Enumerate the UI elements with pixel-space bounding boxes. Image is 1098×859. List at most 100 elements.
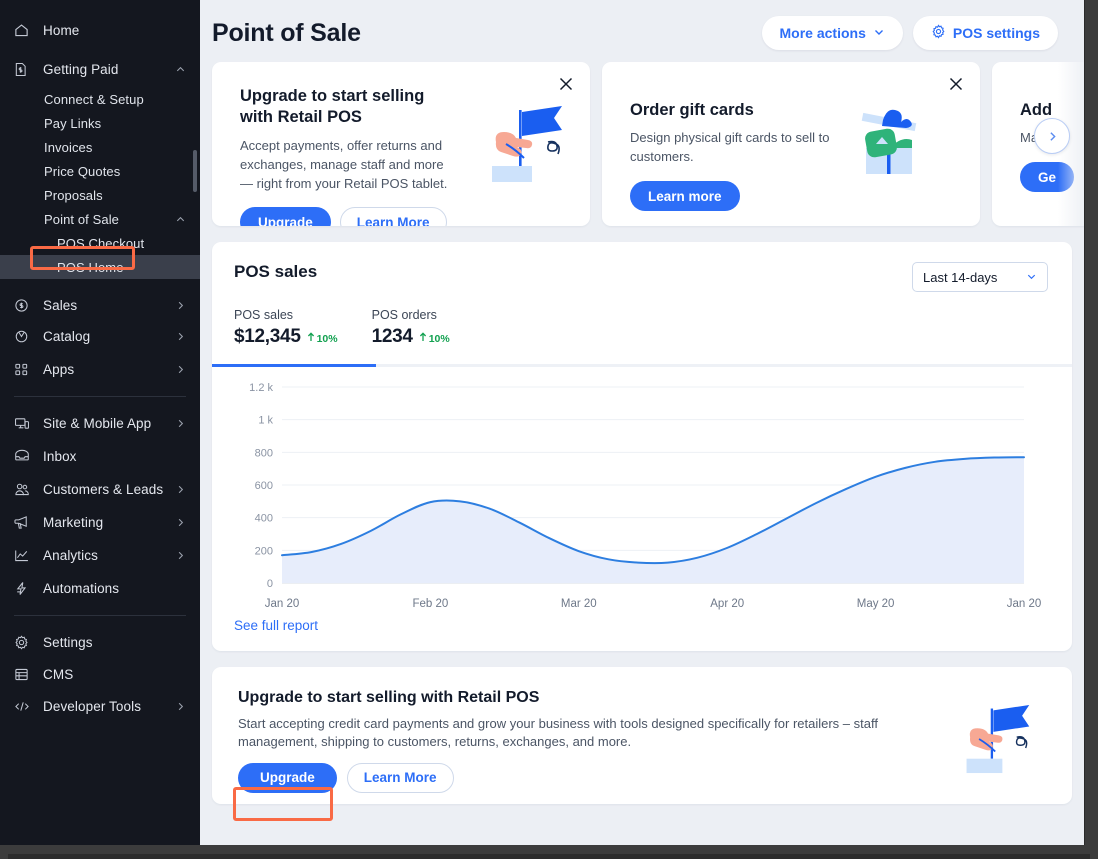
upgrade-button[interactable]: Upgrade [240,207,331,226]
people-icon [14,482,34,498]
svg-text:200: 200 [255,545,273,557]
sidebar-item-label: Inbox [43,449,77,464]
sidebar-item-inbox[interactable]: Inbox [0,440,200,473]
sidebar-item-site-mobile-app[interactable]: Site & Mobile App [0,407,200,440]
sidebar-item-getting-paid[interactable]: Getting Paid [0,56,200,82]
page-header: Point of Sale More actions POS settings [200,0,1084,62]
chevron-down-icon [1026,270,1037,285]
sidebar-item-proposals[interactable]: Proposals [0,183,200,207]
see-full-report-link[interactable]: See full report [212,618,318,651]
carousel-next-button[interactable] [1034,118,1070,154]
chevron-down-icon [873,25,885,41]
sidebar-item-pay-links[interactable]: Pay Links [0,111,200,135]
chevron-right-icon [175,517,186,528]
promo-card-body: Order gift cards Design physical gift ca… [602,62,874,212]
sidebar-item-apps[interactable]: Apps [0,353,200,386]
svg-text:Feb 20: Feb 20 [412,598,448,610]
sidebar-item-automations[interactable]: Automations [0,572,200,605]
sidebar-item-label: Analytics [43,548,98,563]
sidebar-item-cms[interactable]: CMS [0,658,200,690]
more-actions-button[interactable]: More actions [761,16,903,50]
page-title: Point of Sale [212,18,361,47]
sidebar-item-point-of-sale[interactable]: Point of Sale [0,207,200,231]
sidebar-item-label: Proposals [44,187,103,203]
arrow-up-icon [307,332,315,345]
svg-text:Apr 20: Apr 20 [710,598,744,610]
sidebar-item-home[interactable]: Home [0,16,200,44]
window-frame-shadow [8,854,1090,859]
stat-delta-value: 10% [428,332,450,345]
stat-row: $12,345 10% [234,326,338,348]
sidebar-item-marketing[interactable]: Marketing [0,506,200,539]
window-scrollbar-right[interactable] [1084,0,1098,859]
stat-delta: 10% [419,332,450,345]
sidebar-item-connect-setup[interactable]: Connect & Setup [0,87,200,111]
banner-buttons: Upgrade Learn More [212,751,1072,793]
promo-card-text: Accept payments, offer returns and excha… [240,137,448,191]
tab-pos-sales[interactable]: POS sales $12,345 10% [234,308,338,348]
chart-line-icon [14,548,34,564]
svg-text:Jan 20: Jan 20 [1007,598,1042,610]
gear-icon [14,634,34,650]
home-icon [14,22,34,38]
tab-pos-orders[interactable]: POS orders 1234 10% [372,308,450,348]
receipt-dollar-icon [14,61,34,77]
promo-card-order-gift-cards: Order gift cards Design physical gift ca… [602,62,980,226]
chevron-up-icon [175,64,186,75]
sidebar-item-label: Customers & Leads [43,482,164,497]
sidebar-item-customers-leads[interactable]: Customers & Leads [0,473,200,506]
learn-more-button[interactable]: Learn more [630,181,740,212]
sidebar-item-label: Point of Sale [44,211,120,227]
sidebar-item-label: Invoices [44,139,93,155]
date-range-select[interactable]: Last 14-days [912,262,1048,292]
app-window: Home Getting Paid Connect & Setup Pay Li… [0,0,1098,859]
pos-sales-header: POS sales Last 14-days [212,242,1072,292]
monitor-mobile-icon [14,416,34,432]
svg-text:400: 400 [255,513,273,525]
pos-sales-title: POS sales [234,262,318,281]
sidebar-item-label: Developer Tools [43,698,142,714]
get-started-button[interactable]: Ge [1020,162,1075,193]
sidebar-item-sales[interactable]: Sales [0,291,200,320]
pos-settings-button[interactable]: POS settings [912,16,1058,50]
sidebar-item-label: Getting Paid [43,61,119,77]
promo-card-title: Upgrade to start selling with Retail POS [240,87,425,127]
sidebar-item-pos-checkout[interactable]: POS Checkout [0,231,200,255]
main-content: Point of Sale More actions POS settings … [200,0,1084,845]
sidebar-item-pos-home[interactable]: POS Home [0,255,200,279]
promo-cards-row: Upgrade to start selling with Retail POS… [212,62,1084,226]
sidebar-item-analytics[interactable]: Analytics [0,539,200,572]
hand-flag-illustration [478,94,574,199]
sidebar-item-price-quotes[interactable]: Price Quotes [0,159,200,183]
close-icon[interactable] [947,75,965,93]
area-chart: 0 200 400 600 800 1 k 1.2 k Jan 20 Feb 20 Mar 20 A… [249,382,1042,610]
svg-text:1 k: 1 k [258,415,273,427]
sidebar-item-label: Connect & Setup [44,91,144,107]
database-icon [14,666,34,682]
chevron-right-icon [175,701,186,712]
sidebar-item-label: Settings [43,634,93,650]
megaphone-icon [14,515,34,531]
sidebar-item-invoices[interactable]: Invoices [0,135,200,159]
more-actions-label: More actions [779,25,866,41]
promo-card-body: Upgrade to start selling with Retail POS… [212,62,484,226]
svg-text:0: 0 [267,578,273,590]
pos-stats-tabs: POS sales $12,345 10% POS orders 1234 10… [212,292,1072,348]
stat-delta-value: 10% [316,332,338,345]
upgrade-button[interactable]: Upgrade [238,762,337,793]
chevron-right-icon [175,550,186,561]
chevron-right-icon [175,331,186,342]
banner-title: Upgrade to start selling with Retail POS [238,689,540,706]
sidebar-item-catalog[interactable]: Catalog [0,320,200,353]
close-icon[interactable] [557,75,575,93]
code-icon [14,698,34,714]
learn-more-button[interactable]: Learn More [339,207,447,226]
sidebar-scrollbar[interactable] [193,150,197,192]
promo-card-title: Order gift cards [630,101,754,119]
sidebar-item-label: Apps [43,362,75,377]
sidebar-item-developer-tools[interactable]: Developer Tools [0,690,200,722]
sidebar-item-settings[interactable]: Settings [0,626,200,658]
sidebar: Home Getting Paid Connect & Setup Pay Li… [0,0,200,845]
learn-more-button[interactable]: Learn More [346,762,454,793]
sidebar-item-label: Price Quotes [44,163,121,179]
